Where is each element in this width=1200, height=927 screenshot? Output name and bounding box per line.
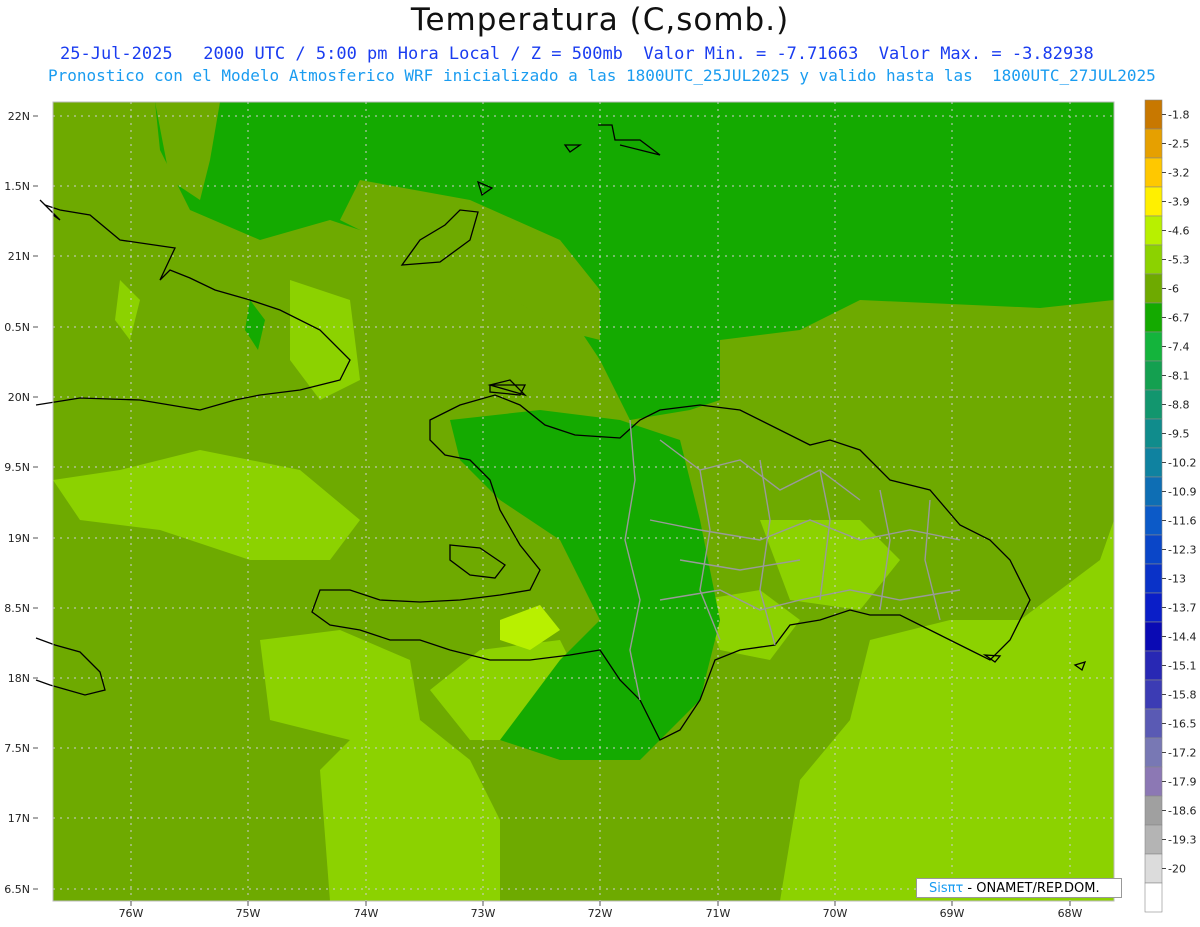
colorbar-label: -6 <box>1168 283 1179 296</box>
colorbar-swatch <box>1144 795 1163 826</box>
lat-label: 6.5N <box>4 883 30 896</box>
colorbar-label: -2.5 <box>1168 138 1189 151</box>
lat-label: 17N <box>8 812 30 825</box>
credit-box: Sisπτ - ONAMET/REP.DOM. <box>916 878 1122 898</box>
colorbar-swatch <box>1144 186 1163 217</box>
colorbar-label: -15.1 <box>1168 660 1196 673</box>
lat-label: 1.5N <box>4 180 30 193</box>
colorbar-label: -7.4 <box>1168 341 1189 354</box>
colorbar-swatch <box>1144 882 1163 913</box>
lat-label: 22N <box>8 110 30 123</box>
colorbar-swatch <box>1144 447 1163 478</box>
lon-label: 69W <box>940 907 965 920</box>
colorbar-swatch <box>1144 331 1163 362</box>
longitude-ticks <box>130 901 1071 906</box>
credit-text: - ONAMET/REP.DOM. <box>963 881 1100 896</box>
colorbar-swatch <box>1144 505 1163 536</box>
colorbar-swatch <box>1144 621 1163 652</box>
colorbar-swatch <box>1144 650 1163 681</box>
colorbar-label: -8.1 <box>1168 370 1189 383</box>
colorbar-swatch <box>1144 157 1163 188</box>
colorbar-swatch <box>1144 389 1163 420</box>
colorbar-label: -3.9 <box>1168 196 1189 209</box>
colorbar-swatch <box>1144 708 1163 739</box>
colorbar-label: -20 <box>1168 863 1186 876</box>
colorbar-swatch <box>1144 215 1163 246</box>
colorbar-label: -8.8 <box>1168 399 1189 412</box>
colorbar-label: -10.2 <box>1168 457 1196 470</box>
colorbar-label: -13.7 <box>1168 602 1196 615</box>
lon-label: 75W <box>236 907 261 920</box>
colorbar-label: -5.3 <box>1168 254 1189 267</box>
colorbar: -1.8 -2.5 -3.2 -3.9 -4.6 -5.3 -6 -6.7 -7.4 -8.1 -8… <box>1144 99 1196 913</box>
lat-label: 9.5N <box>4 461 30 474</box>
colorbar-swatch <box>1144 302 1163 333</box>
lon-label: 70W <box>823 907 848 920</box>
colorbar-swatch <box>1144 563 1163 594</box>
colorbar-label: -17.9 <box>1168 776 1196 789</box>
colorbar-label: -16.5 <box>1168 718 1196 731</box>
colorbar-swatch <box>1144 592 1163 623</box>
colorbar-swatch <box>1144 853 1163 884</box>
longitude-axis: 76W 75W 74W 73W 72W 71W 70W 69W 68W <box>119 907 1083 920</box>
lon-label: 76W <box>119 907 144 920</box>
colorbar-swatch <box>1144 679 1163 710</box>
map-figure: 22N 1.5N 21N 0.5N 20N 9.5N 19N 8.5N 18N … <box>4 99 1196 920</box>
sispi-logo: Sisπτ <box>929 881 964 896</box>
lon-label: 71W <box>706 907 731 920</box>
colorbar-swatch <box>1144 766 1163 797</box>
colorbar-swatch <box>1144 244 1163 275</box>
colorbar-label: -15.8 <box>1168 689 1196 702</box>
colorbar-label: -19.3 <box>1168 834 1196 847</box>
lon-label: 68W <box>1058 907 1083 920</box>
lat-label: 19N <box>8 532 30 545</box>
lat-label: 7.5N <box>4 742 30 755</box>
lat-label: 0.5N <box>4 321 30 334</box>
colorbar-swatch <box>1144 360 1163 391</box>
lat-label: 8.5N <box>4 602 30 615</box>
colorbar-swatch <box>1144 128 1163 159</box>
lon-label: 74W <box>354 907 379 920</box>
colorbar-swatch <box>1144 476 1163 507</box>
colorbar-swatch <box>1144 824 1163 855</box>
lat-label: 21N <box>8 250 30 263</box>
colorbar-label: -13 <box>1168 573 1186 586</box>
colorbar-swatch <box>1144 99 1163 130</box>
colorbar-label: -12.3 <box>1168 544 1196 557</box>
colorbar-swatch <box>1144 273 1163 304</box>
colorbar-swatch <box>1144 534 1163 565</box>
colorbar-label: -1.8 <box>1168 109 1189 122</box>
lon-label: 72W <box>588 907 613 920</box>
colorbar-label: -11.6 <box>1168 515 1196 528</box>
lat-label: 18N <box>8 672 30 685</box>
colorbar-swatch <box>1144 737 1163 768</box>
colorbar-label: -9.5 <box>1168 428 1189 441</box>
latitude-ticks <box>33 115 38 890</box>
lat-label: 20N <box>8 391 30 404</box>
latitude-axis: 22N 1.5N 21N 0.5N 20N 9.5N 19N 8.5N 18N … <box>4 110 30 896</box>
colorbar-label: -6.7 <box>1168 312 1189 325</box>
colorbar-swatch <box>1144 418 1163 449</box>
colorbar-label: -3.2 <box>1168 167 1189 180</box>
colorbar-label: -18.6 <box>1168 805 1196 818</box>
colorbar-label: -4.6 <box>1168 225 1189 238</box>
colorbar-label: -14.4 <box>1168 631 1196 644</box>
colorbar-label: -17.2 <box>1168 747 1196 760</box>
lon-label: 73W <box>471 907 496 920</box>
colorbar-label: -10.9 <box>1168 486 1196 499</box>
